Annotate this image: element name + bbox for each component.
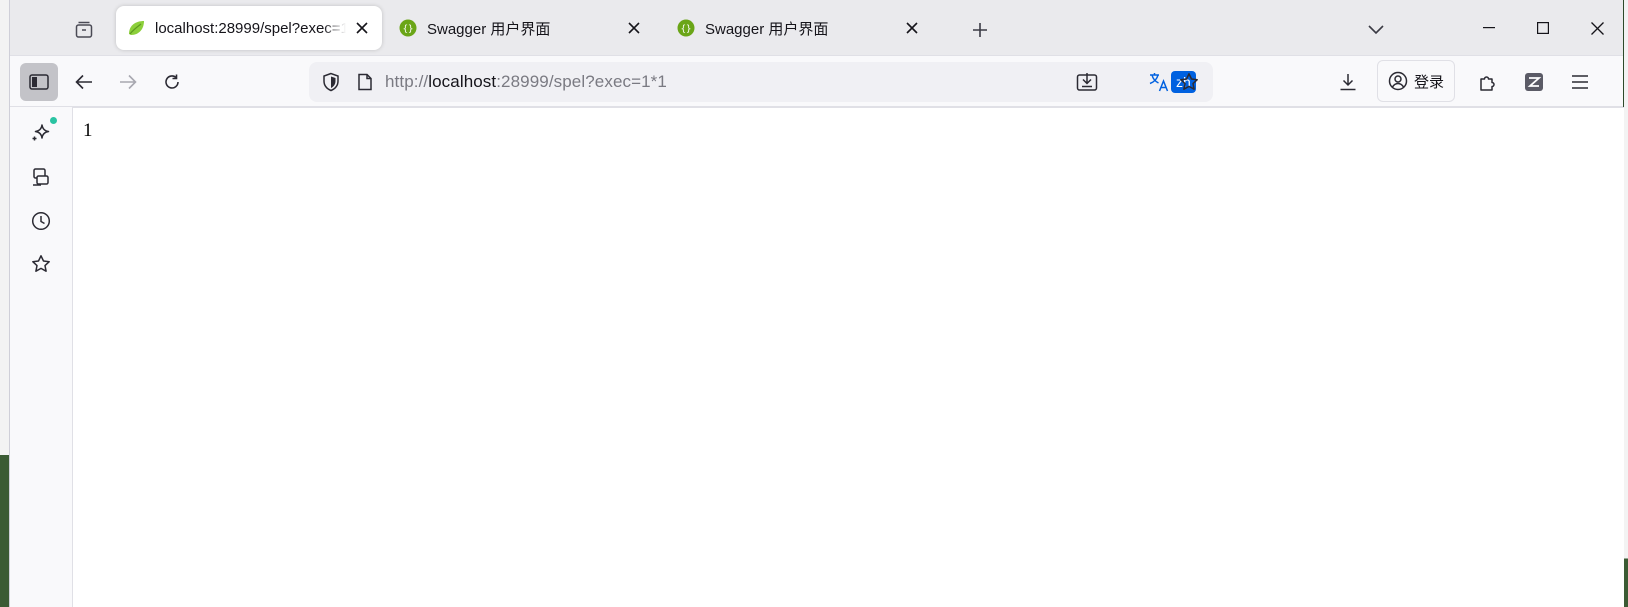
list-all-tabs-button[interactable] [1362, 16, 1390, 44]
page-body-text: 1 [83, 120, 93, 141]
tab-localhost[interactable]: localhost:28999/spel?exec=1*1 [116, 6, 382, 50]
arrow-left-icon [75, 74, 92, 90]
downloads-button[interactable] [1330, 64, 1366, 100]
maximize-icon [1537, 22, 1549, 34]
close-icon [628, 22, 640, 34]
sidebar-item-synced-tabs[interactable] [27, 163, 55, 191]
star-icon [1180, 73, 1198, 90]
synced-tabs-icon [33, 168, 49, 186]
tab-groups-button[interactable] [68, 14, 100, 46]
forward-button[interactable] [110, 64, 146, 100]
sidebar-item-bookmarks[interactable] [27, 250, 55, 278]
sidebar-icon [29, 74, 49, 90]
new-tab-button[interactable] [966, 16, 994, 44]
download-icon [1340, 74, 1356, 91]
arrow-right-icon [120, 74, 137, 90]
sidebar [10, 107, 72, 607]
swagger-icon: {} [677, 19, 695, 37]
url-scheme: http:// [385, 72, 429, 91]
puzzle-icon [1480, 76, 1495, 91]
install-page-button[interactable] [1073, 68, 1101, 96]
minimize-button[interactable] [1466, 10, 1512, 46]
chevron-down-icon [1368, 25, 1384, 35]
url-path: :28999/spel?exec=1*1 [496, 72, 667, 91]
zotero-extension-button[interactable] [1516, 64, 1552, 100]
reload-button[interactable] [154, 64, 190, 100]
notification-dot [50, 117, 57, 124]
back-button[interactable] [66, 64, 102, 100]
site-information-button[interactable] [353, 70, 377, 94]
maximize-button[interactable] [1520, 10, 1566, 46]
tab-title: Swagger 用户界面 [705, 20, 829, 38]
tab-title: Swagger 用户界面 [427, 20, 551, 38]
page-icon [358, 73, 372, 91]
page-content: 1 [72, 107, 1624, 607]
navigation-toolbar: http://localhost:28999/spel?exec=1*1 zh [10, 56, 1623, 107]
tab-swagger-1[interactable]: {} Swagger 用户界面 [388, 6, 654, 50]
address-bar[interactable]: http://localhost:28999/spel?exec=1*1 zh [309, 62, 1213, 102]
svg-text:{}: {} [403, 25, 414, 35]
browser-window: localhost:28999/spel?exec=1*1 {} Swagger… [9, 0, 1624, 607]
login-label: 登录 [1413, 73, 1444, 91]
window-close-button[interactable] [1574, 10, 1620, 46]
desktop-backdrop-left [0, 0, 9, 607]
tab-strip: localhost:28999/spel?exec=1*1 {} Swagger… [10, 0, 1623, 56]
sparkle-icon [32, 124, 50, 141]
extensions-button[interactable] [1470, 64, 1506, 100]
star-icon [32, 255, 50, 272]
url-host: localhost [428, 72, 497, 91]
close-icon [1590, 21, 1604, 35]
tab-close-button[interactable] [352, 18, 372, 38]
app-menu-button[interactable] [1562, 64, 1598, 100]
zotero-icon [1525, 73, 1543, 91]
spring-leaf-icon [129, 21, 144, 35]
tab-close-button[interactable] [902, 18, 922, 38]
svg-text:{}: {} [681, 25, 692, 35]
tracking-protection-button[interactable] [319, 70, 343, 94]
sidebar-toggle-button[interactable] [20, 63, 58, 101]
close-icon [906, 22, 918, 34]
shield-icon [323, 72, 339, 92]
account-icon [1388, 71, 1408, 91]
tab-list-icon [75, 21, 93, 38]
sidebar-item-history[interactable] [27, 207, 55, 235]
account-login-button[interactable]: 登录 [1377, 60, 1455, 102]
desktop-backdrop-right [1624, 0, 1628, 607]
hamburger-menu-icon [1572, 75, 1588, 89]
reload-icon [165, 74, 179, 89]
plus-icon [973, 23, 987, 37]
swagger-icon: {} [399, 19, 417, 37]
download-tray-icon [1076, 73, 1098, 91]
minimize-icon [1483, 27, 1495, 29]
tab-swagger-2[interactable]: {} Swagger 用户界面 [666, 6, 932, 50]
sidebar-item-ai-chatbot[interactable] [27, 117, 57, 147]
translate-icon [1149, 73, 1169, 92]
url-text[interactable]: http://localhost:28999/spel?exec=1*1 [385, 72, 667, 92]
close-icon [356, 22, 368, 34]
bookmark-page-button[interactable] [1175, 68, 1203, 96]
tab-close-button[interactable] [624, 18, 644, 38]
clock-icon [31, 211, 51, 231]
tab-title: localhost:28999/spel?exec=1*1 [155, 19, 346, 37]
